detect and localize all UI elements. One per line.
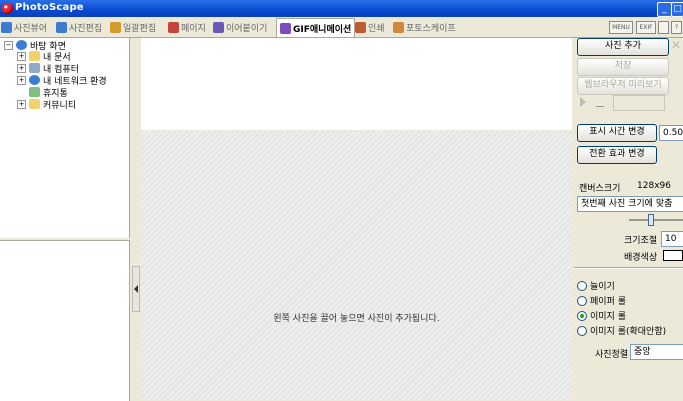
radio-dot <box>577 295 587 306</box>
save-button[interactable]: 저장 <box>577 58 669 76</box>
minimize-button[interactable]: _ <box>657 2 672 17</box>
radio-stretch[interactable]: 늘이기 <box>577 279 615 292</box>
recycle-bin-icon <box>29 87 40 97</box>
tree-item-network[interactable]: + 내 네트워크 환경 <box>17 74 107 87</box>
scale-slider-thumb[interactable] <box>648 214 654 226</box>
radio-dot <box>577 325 587 336</box>
photoscape-icon <box>393 21 404 33</box>
expand-icon[interactable]: + <box>17 99 26 109</box>
frame-position-field <box>613 95 665 111</box>
editor-icon <box>56 21 67 33</box>
folder-icon <box>29 99 40 109</box>
stop-icon[interactable] <box>596 99 604 107</box>
tree-item-recycle-bin[interactable]: 휴지통 <box>29 86 68 99</box>
tab-photo-editor[interactable]: 사진편집 <box>56 19 102 35</box>
photo-align-label: 사진정렬 <box>595 350 629 360</box>
page-icon <box>168 21 179 33</box>
play-icon[interactable] <box>580 97 586 107</box>
radio-image-roll[interactable]: 이미지 롤 <box>577 309 626 322</box>
gif-icon <box>280 22 291 34</box>
desktop-icon <box>16 40 27 50</box>
help-icon[interactable]: ? <box>671 21 682 34</box>
tree-item-my-computer[interactable]: + 내 컴퓨터 <box>17 62 79 75</box>
background-color-label: 배경색상 <box>624 253 658 263</box>
photoscape-logo-icon <box>2 3 13 14</box>
tab-print[interactable]: 인쇄 <box>355 19 385 35</box>
animation-canvas[interactable]: 왼쪽 사진을 끌어 놓으면 사진이 추가됩니다. <box>141 131 572 400</box>
drop-hint: 왼쪽 사진을 끌어 놓으면 사진이 추가됩니다. <box>273 314 440 324</box>
tab-gif-animation[interactable]: GIF애니메이션 <box>276 18 356 37</box>
radio-image-roll-no-zoom[interactable]: 이미지 롤(확대안함) <box>577 324 666 337</box>
scale-slider-track[interactable] <box>629 219 683 221</box>
frame-strip[interactable] <box>141 38 572 130</box>
folder-tree[interactable]: − 바탕 화면 + 내 문서 + 내 컴퓨터 + 내 네트워크 환경 휴지통 +… <box>0 38 130 238</box>
fit-mode-select[interactable]: 첫번째 사진 크기에 맞춤 <box>577 196 683 212</box>
batch-icon <box>110 21 121 33</box>
combine-icon <box>213 21 224 33</box>
add-photo-button[interactable]: 사진 추가 <box>577 38 669 56</box>
tree-item-community[interactable]: + 커뮤니티 <box>17 98 76 111</box>
tab-batch-editor[interactable]: 일괄편집 <box>110 19 156 35</box>
title-bar: PhotoScape _ □ <box>0 0 683 17</box>
collapse-icon[interactable]: − <box>4 40 13 50</box>
expand-icon[interactable]: + <box>17 75 26 85</box>
tab-photoscape[interactable]: 포토스케이프 <box>393 19 456 35</box>
window-icon[interactable] <box>658 21 669 34</box>
divider <box>574 267 683 269</box>
viewer-icon <box>1 21 12 33</box>
background-color-swatch[interactable] <box>663 250 683 261</box>
scale-label: 크기조절 <box>624 236 658 246</box>
maximize-button[interactable]: □ <box>671 2 683 17</box>
network-icon <box>29 75 40 85</box>
expand-icon[interactable]: + <box>17 63 26 73</box>
change-display-time-button[interactable]: 표시 시간 변경 <box>577 124 657 142</box>
folder-icon <box>29 51 40 61</box>
menu-icon[interactable]: MENU <box>609 21 633 34</box>
scale-field[interactable]: 10 <box>661 231 683 247</box>
print-icon <box>355 21 366 33</box>
radio-dot-selected <box>577 310 587 321</box>
close-icon[interactable]: ✕ <box>671 38 681 52</box>
browser-preview-button[interactable]: 웹브라우저 미리보기 <box>577 77 669 95</box>
module-tab-bar: 사진뷰어 사진편집 일괄편집 페이지 이어붙이기 GIF애니메이션 인쇄 포토스… <box>0 17 683 38</box>
display-time-field[interactable]: 0.50 <box>659 125 683 141</box>
collapse-handle[interactable] <box>132 266 140 312</box>
window-title: PhotoScape <box>15 2 84 13</box>
radio-paper-roll[interactable]: 페이퍼 롤 <box>577 294 626 307</box>
canvas-size-label: 캔버스크기 <box>579 184 621 194</box>
computer-icon <box>29 63 40 73</box>
radio-dot <box>577 280 587 291</box>
arrow-left-icon <box>134 285 138 293</box>
tab-page[interactable]: 페이지 <box>168 19 206 35</box>
thumbnail-panel[interactable] <box>0 240 130 401</box>
panel-splitter[interactable] <box>130 38 140 400</box>
tree-item-my-documents[interactable]: + 내 문서 <box>17 50 71 63</box>
change-transition-button[interactable]: 전환 효과 변경 <box>577 146 657 164</box>
tab-combine[interactable]: 이어붙이기 <box>213 19 267 35</box>
gif-options-panel: 사진 추가 ✕ 저장 웹브라우저 미리보기 표시 시간 변경 0.50 전환 효… <box>574 38 683 400</box>
expand-icon[interactable]: + <box>17 51 26 61</box>
exif-icon[interactable]: EXIF <box>636 21 656 34</box>
tab-photo-viewer[interactable]: 사진뷰어 <box>1 19 47 35</box>
photo-align-select[interactable]: 중앙 <box>630 344 683 360</box>
canvas-size-value: 128x96 <box>626 179 682 193</box>
